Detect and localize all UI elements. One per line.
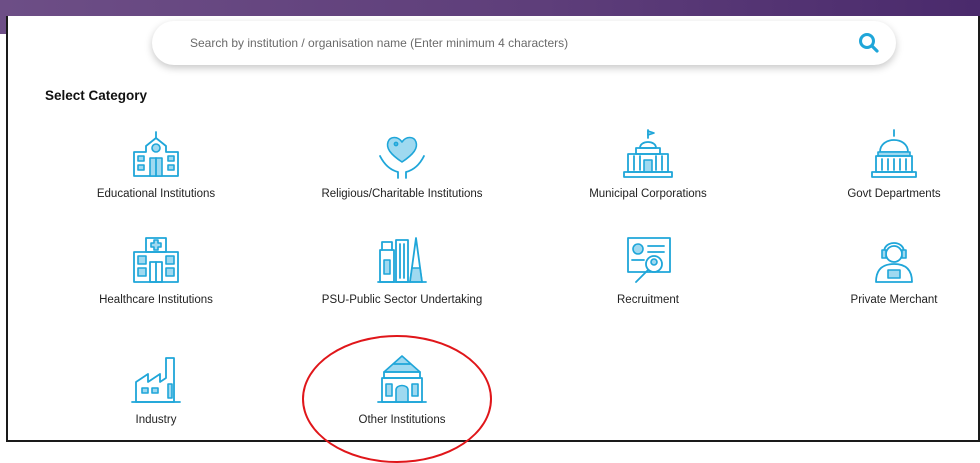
hospital-icon: [133, 237, 179, 283]
category-educational-institutions[interactable]: Educational Institutions: [56, 128, 256, 200]
heart-hands-icon: [379, 136, 425, 179]
category-label: Private Merchant: [850, 294, 938, 306]
municipal-building-icon: [623, 129, 673, 178]
category-label: PSU-Public Sector Undertaking: [321, 294, 483, 306]
category-recruitment[interactable]: Recruitment: [548, 234, 748, 306]
category-label: Industry: [135, 414, 177, 426]
search-bar[interactable]: [152, 21, 896, 65]
category-panel: Select Category Educational Institutions…: [6, 16, 980, 463]
category-religious-charitable-institutions[interactable]: Religious/Charitable Institutions: [302, 128, 502, 200]
category-healthcare-institutions[interactable]: Healthcare Institutions: [56, 234, 256, 306]
highlight-ring: [302, 335, 492, 463]
merchant-person-icon: [875, 242, 913, 283]
category-label: Religious/Charitable Institutions: [321, 188, 483, 200]
category-industry[interactable]: Industry: [56, 354, 256, 426]
search-input[interactable]: [188, 27, 832, 59]
category-govt-departments[interactable]: Govt Departments: [794, 128, 980, 200]
industrial-towers-icon: [377, 237, 427, 283]
category-psu-public-sector-undertaking[interactable]: PSU-Public Sector Undertaking: [302, 234, 502, 306]
school-building-icon: [133, 131, 179, 177]
factory-icon: [131, 357, 181, 403]
resume-search-icon: [627, 237, 671, 283]
section-title: Select Category: [45, 88, 148, 103]
category-municipal-corporations[interactable]: Municipal Corporations: [548, 128, 748, 200]
category-private-merchant[interactable]: Private Merchant: [794, 234, 980, 306]
capitol-dome-icon: [871, 129, 917, 178]
category-label: Healthcare Institutions: [99, 294, 213, 306]
category-label: Municipal Corporations: [589, 188, 707, 200]
category-label: Govt Departments: [847, 188, 941, 200]
category-label: Recruitment: [617, 294, 679, 306]
category-label: Educational Institutions: [96, 188, 216, 200]
search-icon[interactable]: [858, 32, 880, 54]
